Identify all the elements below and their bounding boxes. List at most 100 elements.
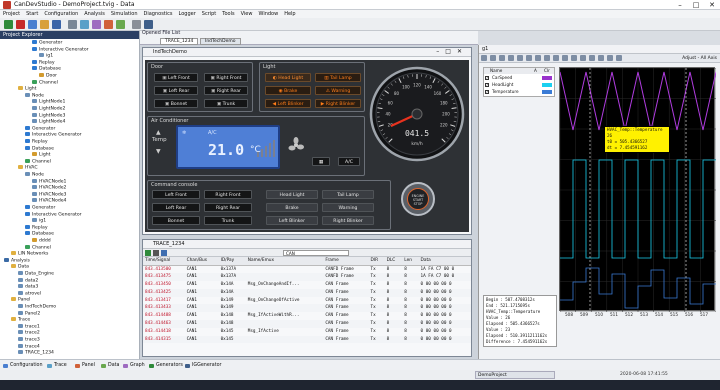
trace-column-header[interactable]: Data xyxy=(418,257,471,266)
tree-item[interactable]: Node xyxy=(25,172,44,179)
tree-item[interactable]: Channel xyxy=(25,158,51,166)
engine-start-stop-button[interactable]: ENGINE START STOP xyxy=(401,182,435,216)
cmd-tail-lamp-button[interactable]: Tail Lamp xyxy=(322,190,374,199)
tree-item[interactable]: Database xyxy=(32,66,61,73)
trace-column-header[interactable]: ID/Pay xyxy=(218,257,246,266)
panel-window-controls[interactable]: –□✕ xyxy=(436,48,468,55)
maximize-icon[interactable]: □ xyxy=(688,0,704,10)
graph-tool-icon[interactable] xyxy=(571,55,577,61)
file-tab-panel[interactable]: IndTechDemo xyxy=(200,38,241,45)
trace-column-header[interactable]: Len xyxy=(402,257,419,266)
menu-project[interactable]: Project xyxy=(0,10,23,18)
tree-item[interactable]: Generator xyxy=(25,125,55,133)
tree-item[interactable]: LightNode1 xyxy=(32,99,65,106)
tree-item[interactable]: data2 xyxy=(18,277,38,285)
cmd-brake-button[interactable]: Brake xyxy=(266,203,318,212)
cmd-bonnet-button[interactable]: Bonnet xyxy=(152,216,200,225)
legend-color-swatch[interactable] xyxy=(542,89,552,94)
legend-checkbox[interactable]: ✓ xyxy=(485,75,489,80)
menu-logger[interactable]: Logger xyxy=(176,10,199,18)
tree-item[interactable]: Data xyxy=(11,264,29,271)
tree-item[interactable]: Panel2 xyxy=(18,310,40,318)
door-right-rear-button[interactable]: ▣ Right Rear xyxy=(204,86,248,95)
legend-color-swatch[interactable] xyxy=(542,75,552,80)
tree-item[interactable]: Replay xyxy=(25,224,48,232)
tree-item[interactable]: Light xyxy=(32,152,50,159)
menu-configuration[interactable]: Configuration xyxy=(41,10,81,18)
trace-row[interactable]: 843.413425 CAN1 0x14A CAN Frame Tx 8 8 0 00 00 … xyxy=(143,288,471,297)
trace-row[interactable]: 843.413475 CAN1 0x137A CANFD Frame Tx 8 8 1A FA… xyxy=(143,273,471,281)
graph-tool-icon[interactable] xyxy=(490,55,496,61)
graph-tool-icon[interactable] xyxy=(535,55,541,61)
fan-icon[interactable] xyxy=(288,137,304,153)
light-brake-button[interactable]: ◉ Brake xyxy=(265,86,311,95)
tree-item[interactable]: Channel xyxy=(32,79,58,87)
menu-view[interactable]: View xyxy=(238,10,256,18)
tree-item[interactable]: ig1 xyxy=(39,53,53,60)
legend-color-swatch[interactable] xyxy=(542,82,552,87)
graph-tool-icon[interactable] xyxy=(607,55,613,61)
tree-item[interactable]: Interactive Generator xyxy=(32,46,89,54)
trace-column-header[interactable]: Chan/Bus xyxy=(184,257,219,266)
save-icon[interactable] xyxy=(52,20,61,29)
database-icon[interactable] xyxy=(144,20,153,29)
cmd-warning-button[interactable]: Warning xyxy=(322,203,374,212)
tree-item[interactable]: Replay xyxy=(25,139,48,146)
settings-icon[interactable] xyxy=(68,20,77,29)
tree-item[interactable]: TRACE_1234 xyxy=(18,350,54,357)
bottom-tab[interactable]: Trace xyxy=(46,362,67,370)
graph-tool-icon[interactable] xyxy=(562,55,568,61)
graph-tool-icon[interactable] xyxy=(589,55,595,61)
bottom-tab[interactable]: Graph xyxy=(122,362,145,370)
tree-item[interactable]: atrovel xyxy=(18,290,41,298)
temp-up-icon[interactable]: ▲ xyxy=(156,129,161,136)
log-icon[interactable] xyxy=(132,20,141,29)
tree-item[interactable]: trace2 xyxy=(18,330,40,337)
tree-item[interactable]: Interactive Generator xyxy=(25,132,82,139)
light-tail-lamp-button[interactable]: ▥ Tail Lamp xyxy=(315,73,361,82)
graph-tool-icon[interactable] xyxy=(616,55,622,61)
file-tab-trace[interactable]: TRACE_1234 xyxy=(160,38,199,45)
trace-filter-icon[interactable] xyxy=(161,250,167,256)
legend-checkbox[interactable]: ✓ xyxy=(485,82,489,87)
bottom-tab[interactable]: Panel xyxy=(74,362,95,370)
tree-item[interactable]: LIN Networks xyxy=(11,251,48,258)
legend-checkbox[interactable]: ✓ xyxy=(485,89,489,94)
menu-script[interactable]: Script xyxy=(199,10,220,18)
ac-button[interactable]: A/C xyxy=(338,157,360,166)
bottom-tab[interactable]: Data xyxy=(100,362,119,370)
adjust-all-axis[interactable]: Adjust - All Axis xyxy=(682,55,717,62)
start-icon[interactable] xyxy=(4,20,13,29)
graph-tool-icon[interactable] xyxy=(508,55,514,61)
trace-column-header[interactable]: Name/Emux xyxy=(245,257,324,266)
graph-tool-icon[interactable] xyxy=(580,55,586,61)
tree-item[interactable]: trace3 xyxy=(18,337,40,344)
tree-item[interactable]: Database xyxy=(25,231,54,238)
trace-row[interactable]: 843.413500 CAN1 0x137A CANFD Frame Tx 8 8 1A FA… xyxy=(143,265,471,273)
trace-row[interactable]: 843.414315 CAN1 0x145 CAN Frame Tx 8 8 0 00 00 … xyxy=(143,335,471,344)
trace-column-header[interactable]: DIR xyxy=(368,257,385,266)
tree-item[interactable]: Node xyxy=(25,92,44,100)
cmd-head-light-button[interactable]: Head Light xyxy=(266,190,318,199)
tree-item[interactable]: Generator xyxy=(25,205,55,212)
menu-help[interactable]: Help xyxy=(281,10,298,18)
graph-tool-icon[interactable] xyxy=(499,55,505,61)
tree-item[interactable]: Data_Engine xyxy=(18,271,54,278)
trace-row[interactable]: 843.413450 CAN1 0x14A Msg_OnChangeAndIf... C… xyxy=(143,281,471,289)
tree-item[interactable]: Generator xyxy=(32,40,62,47)
graph-tool-icon[interactable] xyxy=(544,55,550,61)
legend-row[interactable]: ✓ CarSpeed xyxy=(484,74,554,81)
panel-icon[interactable] xyxy=(104,20,113,29)
tree-item[interactable]: Replay xyxy=(32,59,55,67)
cmd-left-rear-button[interactable]: Left Rear xyxy=(152,203,200,212)
tree-item[interactable]: dddd xyxy=(32,238,51,245)
trace-channel-select[interactable]: CAN xyxy=(283,250,349,256)
tree-item[interactable]: Analysis xyxy=(4,257,30,265)
door-left-front-button[interactable]: ▣ Left Front xyxy=(154,73,198,82)
cmd-right-rear-button[interactable]: Right Rear xyxy=(204,203,252,212)
graph-tool-icon[interactable] xyxy=(517,55,523,61)
menu-diagnostics[interactable]: Diagnostics xyxy=(141,10,176,18)
defrost-button[interactable]: ▦ xyxy=(312,157,330,166)
graph-tool-icon[interactable] xyxy=(526,55,532,61)
menu-analysis[interactable]: Analysis xyxy=(81,10,108,18)
